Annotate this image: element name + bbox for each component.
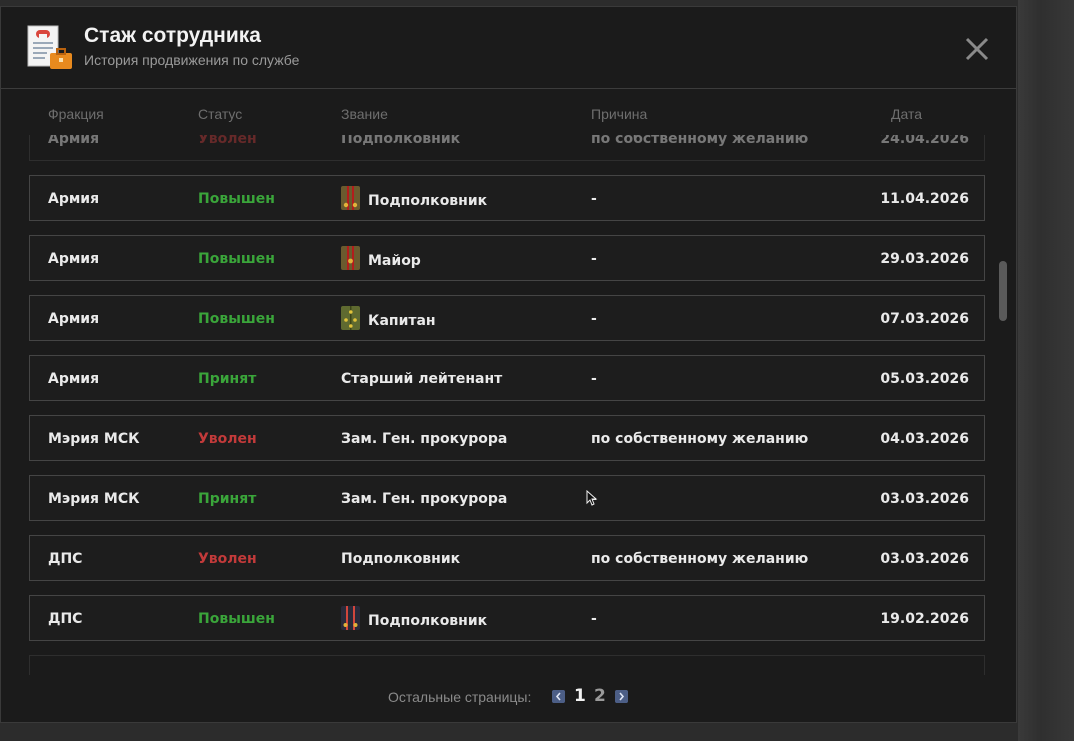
date-cell: 07.03.2026 (880, 311, 969, 327)
faction-cell: Армия (48, 311, 100, 327)
pagination: Остальные страницы: 1 2 (1, 683, 1016, 707)
rank-cell: Зам. Ген. прокурора (341, 491, 507, 507)
table-row[interactable]: ДПС Уволен Подполковник по собственному … (29, 535, 985, 581)
reason-cell: - (591, 191, 597, 207)
table-row[interactable]: Армия Уволен Подполковник по собственном… (29, 135, 985, 161)
rank-cell: Подполковник (341, 135, 460, 147)
scrollbar-thumb[interactable] (999, 261, 1007, 321)
status-cell: Повышен (198, 611, 275, 627)
status-cell: Принят (198, 371, 257, 387)
rank-cell: Подполковник (341, 606, 488, 630)
reason-cell: - (591, 611, 597, 627)
faction-cell: Мэрия МСК (48, 491, 140, 507)
date-cell: 03.03.2026 (880, 491, 969, 507)
faction-cell: Армия (48, 191, 100, 207)
date-cell: 11.04.2026 (880, 191, 969, 207)
date-cell: 29.03.2026 (880, 251, 969, 267)
status-cell: Повышен (198, 311, 275, 327)
rank-cell: Капитан (341, 306, 436, 330)
army-lt-colonel-shoulder-board-icon (341, 186, 360, 210)
rank-cell: Зам. Ген. прокурора (341, 431, 507, 447)
rank-label: Подполковник (368, 612, 488, 629)
rank-cell: Подполковник (341, 186, 488, 210)
army-major-shoulder-board-icon (341, 246, 360, 270)
window-subtitle: История продвижения по службе (84, 52, 300, 68)
table-row[interactable]: Армия Повышен Капитан - 07.03.2026 (29, 295, 985, 341)
rank-cell: Подполковник (341, 551, 460, 567)
window-header: Стаж сотрудника История продвижения по с… (1, 7, 1016, 89)
faction-cell: Мэрия МСК (48, 431, 140, 447)
column-header-date: Дата (891, 106, 923, 122)
status-cell: Уволен (198, 551, 257, 567)
rank-label: Подполковник (368, 192, 488, 209)
reason-cell: по собственному желанию (591, 431, 809, 447)
page-1-button[interactable]: 1 (574, 686, 586, 706)
status-cell: Принят (198, 491, 257, 507)
table-row[interactable]: Мэрия МСК Уволен Зам. Ген. прокурора по … (29, 415, 985, 461)
table-row[interactable]: Армия Повышен Подполковник - 11.04.2026 (29, 175, 985, 221)
column-header-reason: Причина (591, 106, 648, 122)
status-cell: Повышен (198, 191, 275, 207)
date-cell: 03.03.2026 (880, 551, 969, 567)
reason-cell: по собственному желанию (591, 135, 809, 147)
reason-cell: по собственному желанию (591, 551, 809, 567)
column-header-faction: Фракция (48, 106, 104, 122)
date-cell: 24.04.2026 (880, 135, 969, 147)
close-icon[interactable] (959, 31, 995, 67)
police-lt-colonel-shoulder-board-icon (341, 606, 360, 630)
rank-label: Капитан (368, 312, 436, 329)
rank-label: Подполковник (341, 135, 461, 147)
column-header-status: Статус (198, 106, 243, 122)
status-cell: Повышен (198, 251, 275, 267)
table-row[interactable]: Армия Принят Старший лейтенант - 05.03.2… (29, 355, 985, 401)
rank-label: Зам. Ген. прокурора (341, 491, 508, 507)
mouse-cursor-icon (586, 490, 598, 506)
pagination-label: Остальные страницы: (388, 689, 532, 705)
page-2-button[interactable]: 2 (594, 686, 606, 706)
table-row[interactable]: ДПС Повышен Подполковник - 19.02.2026 (29, 595, 985, 641)
history-list[interactable]: Армия Уволен Подполковник по собственном… (1, 135, 1001, 675)
rank-label: Зам. Ген. прокурора (341, 431, 508, 447)
army-captain-shoulder-board-icon (341, 306, 360, 330)
rank-cell: Майор (341, 246, 421, 270)
faction-cell: ДПС (48, 611, 83, 627)
rank-label: Подполковник (341, 551, 461, 567)
date-cell: 19.02.2026 (880, 611, 969, 627)
reason-cell: - (591, 311, 597, 327)
faction-cell: Армия (48, 251, 100, 267)
chevron-right-icon[interactable] (615, 690, 628, 703)
column-header-rank: Звание (341, 106, 388, 122)
reason-cell: - (591, 251, 597, 267)
seniority-window: Стаж сотрудника История продвижения по с… (0, 6, 1017, 723)
date-cell: 04.03.2026 (880, 431, 969, 447)
rank-label: Майор (368, 252, 421, 269)
table-row-partial[interactable] (29, 655, 985, 675)
table-row[interactable]: Мэрия МСК Принят Зам. Ген. прокурора - 0… (29, 475, 985, 521)
window-title: Стаж сотрудника (84, 24, 261, 47)
faction-cell: Армия (48, 135, 100, 147)
document-briefcase-icon (27, 25, 72, 69)
table-header: Фракция Статус Звание Причина Дата (1, 102, 1016, 126)
reason-cell: - (591, 371, 597, 387)
rank-cell: Старший лейтенант (341, 371, 502, 387)
faction-cell: Армия (48, 371, 100, 387)
status-cell: Уволен (198, 431, 257, 447)
table-row[interactable]: Армия Повышен Майор - 29.03.2026 (29, 235, 985, 281)
chevron-left-icon[interactable] (552, 690, 565, 703)
date-cell: 05.03.2026 (880, 371, 969, 387)
background-game-scene (1018, 0, 1074, 741)
status-cell: Уволен (198, 135, 257, 147)
rank-label: Старший лейтенант (341, 371, 503, 387)
faction-cell: ДПС (48, 551, 83, 567)
